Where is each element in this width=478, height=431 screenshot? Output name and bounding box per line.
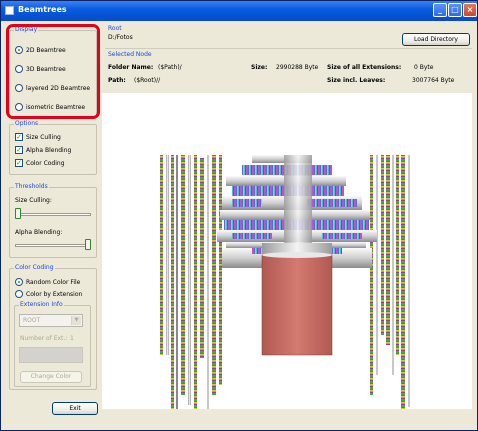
- beamtree-visualization[interactable]: [102, 93, 472, 425]
- chevron-down-icon[interactable]: ▼: [71, 316, 81, 325]
- size-culling-slider[interactable]: [15, 208, 91, 220]
- options-group-title: Options: [14, 120, 40, 128]
- options-group: Options ✓ Size Culling ✓ Alpha Blending …: [9, 120, 97, 175]
- folder-name-value: ($Path)/: [158, 64, 182, 71]
- thresholds-group: Thresholds Size Culling: Alpha Blending:: [9, 183, 97, 258]
- window-title: Beamtrees: [18, 5, 67, 14]
- thresholds-group-title: Thresholds: [14, 183, 49, 191]
- title-bar[interactable]: Beamtrees _ □ ×: [1, 1, 477, 21]
- app-icon: [5, 6, 14, 15]
- alpha-blending-label: Alpha Blending:: [15, 229, 63, 236]
- minimize-button[interactable]: _: [433, 3, 447, 17]
- extension-select-value: ROOT: [23, 317, 41, 324]
- path-value: ($Root)//: [134, 77, 161, 84]
- radio-button[interactable]: [15, 290, 23, 298]
- extension-info-title: Extension Info: [19, 301, 64, 309]
- color-coding-group-title: Color Coding: [14, 264, 55, 272]
- close-button[interactable]: ×: [463, 3, 477, 17]
- extension-color-swatch: [19, 347, 83, 363]
- checkbox[interactable]: ✓: [15, 159, 23, 167]
- selected-node-label: Selected Node: [108, 51, 152, 58]
- checkbox[interactable]: ✓: [15, 133, 23, 141]
- left-beams: [160, 155, 222, 425]
- radio-label: Color by Extension: [26, 290, 83, 298]
- beamtree-canvas[interactable]: [102, 93, 472, 425]
- radio-color-by-extension[interactable]: Color by Extension: [15, 289, 82, 299]
- alpha-blending-slider[interactable]: [15, 239, 91, 251]
- maximize-button[interactable]: □: [448, 3, 462, 17]
- root-label: Root: [108, 25, 122, 32]
- checkbox-label: Size Culling: [26, 133, 61, 141]
- size-incl-leaves-key: Size incl. Leaves:: [327, 77, 386, 84]
- checkbox-color-coding[interactable]: ✓ Color Coding: [15, 158, 65, 168]
- slider-thumb[interactable]: [15, 208, 21, 219]
- slider-track: [15, 213, 91, 216]
- change-color-button[interactable]: Change Color: [20, 371, 82, 383]
- checkbox[interactable]: ✓: [15, 146, 23, 154]
- size-all-ext-value: 0 Byte: [414, 64, 434, 71]
- slider-thumb[interactable]: [85, 239, 91, 250]
- checkbox-size-culling[interactable]: ✓ Size Culling: [15, 132, 61, 142]
- size-incl-leaves-value: 3007764 Byte: [412, 77, 455, 84]
- number-of-ext-label: Number of Ext.:: [20, 335, 68, 342]
- load-directory-button[interactable]: Load Directory: [402, 33, 470, 46]
- size-key: Size:: [251, 64, 268, 71]
- size-value: 2990288 Byte: [276, 64, 319, 71]
- extension-select[interactable]: ROOT ▼: [19, 314, 83, 327]
- size-culling-label: Size Culling:: [15, 197, 52, 204]
- checkbox-alpha-blending[interactable]: ✓ Alpha Blending: [15, 145, 71, 155]
- radio-random-color-file[interactable]: Random Color File: [15, 277, 80, 287]
- divider: [105, 48, 472, 49]
- number-of-ext-value: 1: [70, 335, 74, 342]
- exit-button[interactable]: Exit: [52, 402, 98, 415]
- right-beams: [370, 155, 410, 417]
- root-path: D:/Fotos: [108, 34, 133, 41]
- checkbox-label: Alpha Blending: [26, 146, 72, 154]
- size-all-ext-key: Size of all Extensions:: [327, 64, 402, 71]
- radio-label: Random Color File: [26, 278, 81, 286]
- red-highlight-box: [6, 24, 100, 119]
- radio-button[interactable]: [15, 278, 23, 286]
- slider-track: [15, 244, 91, 247]
- checkbox-label: Color Coding: [26, 159, 65, 167]
- folder-name-key: Folder Name:: [108, 64, 154, 71]
- main-window: Beamtrees _ □ × Display 2D Beamtree 3D B…: [0, 0, 478, 431]
- path-key: Path:: [108, 77, 126, 84]
